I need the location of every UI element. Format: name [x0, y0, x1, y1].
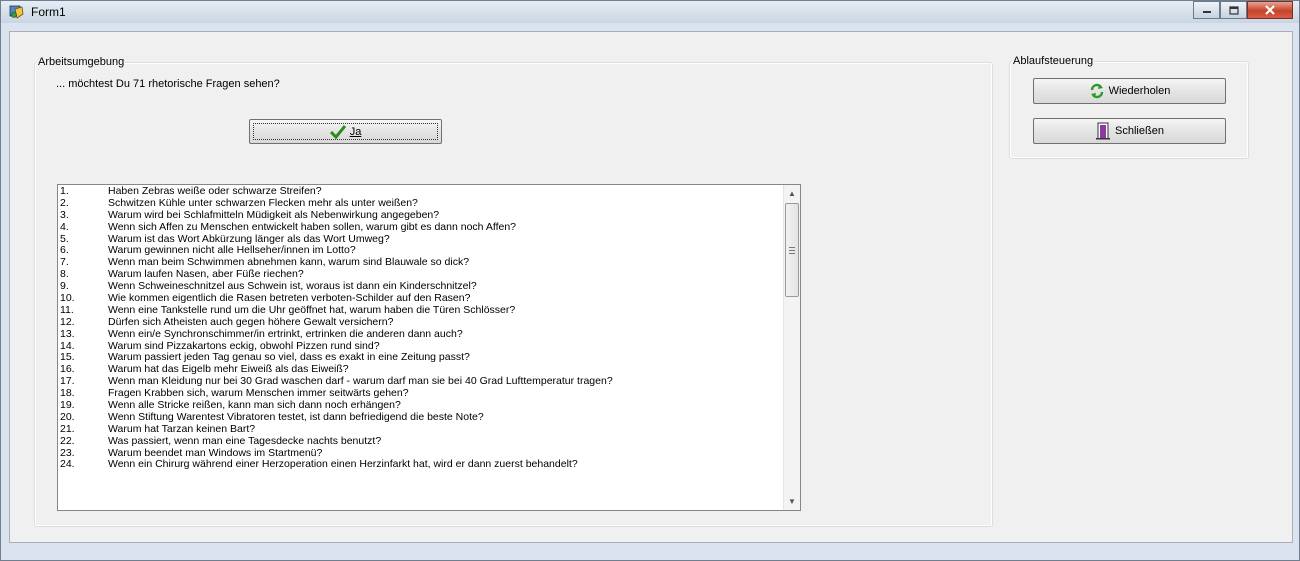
- minimize-icon: [1202, 11, 1211, 13]
- list-scrollbar[interactable]: ▲ ▼: [783, 185, 800, 510]
- list-item[interactable]: 21. Warum hat Tarzan keinen Bart?: [60, 422, 782, 436]
- question-number: 13.: [60, 327, 75, 340]
- question-number: 22.: [60, 434, 75, 447]
- question-number: 4.: [60, 220, 69, 233]
- refresh-icon: [1090, 83, 1103, 99]
- close-app-button-label: Schließen: [1115, 125, 1164, 137]
- scroll-thumb[interactable]: [785, 203, 799, 297]
- questions-list[interactable]: 1. Haben Zebras weiße oder schwarze Strei…: [57, 184, 801, 511]
- list-item[interactable]: 2. Schwitzen Kühle unter schwarzen Flecke…: [60, 196, 782, 210]
- scroll-up-arrow[interactable]: ▲: [784, 185, 800, 202]
- close-app-button[interactable]: Schließen: [1033, 118, 1226, 144]
- flow-control-legend: Ablaufsteuerung: [1013, 55, 1094, 67]
- list-item[interactable]: 13. Wenn ein/e Synchronschimmer/in ertrin…: [60, 327, 782, 341]
- repeat-button[interactable]: Wiederholen: [1033, 78, 1226, 104]
- question-number: 3.: [60, 208, 69, 221]
- ja-button-label: Ja: [349, 125, 362, 138]
- list-item[interactable]: 3. Warum wird bei Schlafmitteln Müdigkeit…: [60, 208, 782, 222]
- question-text: Wenn ein/e Synchronschimmer/in ertrinkt,…: [108, 327, 463, 340]
- main-window: Form1 Arbeitsumgebung Ablaufsteuerung ..…: [0, 0, 1300, 561]
- question-text: Warum wird bei Schlafmitteln Müdigkeit a…: [108, 208, 440, 221]
- question-text: Wenn sich Affen zu Menschen entwickelt h…: [108, 220, 517, 233]
- question-text: Warum hat Tarzan keinen Bart?: [108, 422, 256, 435]
- question-text: Dürfen sich Atheisten auch gegen höhere …: [108, 315, 394, 328]
- list-item[interactable]: 4. Wenn sich Affen zu Menschen entwickelt…: [60, 220, 782, 234]
- list-item[interactable]: 24. Wenn ein Chirurg während einer Herzop…: [60, 459, 782, 471]
- list-item[interactable]: 11. Wenn eine Tankstelle rund um die Uhr …: [60, 304, 782, 317]
- checkmark-icon: [329, 124, 346, 139]
- question-number: 24.: [60, 458, 75, 471]
- title-bar[interactable]: Form1: [1, 1, 1299, 23]
- exit-door-icon: [1096, 122, 1111, 140]
- ja-button[interactable]: Ja: [249, 119, 442, 144]
- question-number: 21.: [60, 422, 75, 435]
- work-area-legend: Arbeitsumgebung: [38, 56, 125, 68]
- maximize-icon: [1228, 5, 1239, 15]
- scroll-down-arrow[interactable]: ▼: [784, 493, 800, 510]
- question-text: Wenn ein Chirurg während einer Herzopera…: [108, 458, 578, 471]
- close-icon: [1265, 5, 1275, 15]
- repeat-button-label: Wiederholen: [1108, 85, 1171, 97]
- prompt-text: ... möchtest Du 71 rhetorische Fragen se…: [56, 78, 280, 90]
- app-icon[interactable]: [9, 4, 25, 20]
- close-window-button[interactable]: [1247, 1, 1293, 19]
- list-item[interactable]: 22. Was passiert, wenn man eine Tagesdeck…: [60, 434, 782, 448]
- list-item[interactable]: 12. Dürfen sich Atheisten auch gegen höhe…: [60, 315, 782, 329]
- minimize-button[interactable]: [1193, 1, 1220, 19]
- question-text: Schwitzen Kühle unter schwarzen Flecken …: [108, 196, 418, 209]
- grip-icon: [789, 246, 795, 254]
- questions-list-rows: 1. Haben Zebras weiße oder schwarze Strei…: [60, 185, 782, 471]
- maximize-button[interactable]: [1220, 1, 1247, 19]
- window-title: Form1: [31, 5, 66, 19]
- question-text: Was passiert, wenn man eine Tagesdecke n…: [108, 434, 382, 447]
- question-number: 2.: [60, 196, 69, 209]
- question-number: 12.: [60, 315, 75, 328]
